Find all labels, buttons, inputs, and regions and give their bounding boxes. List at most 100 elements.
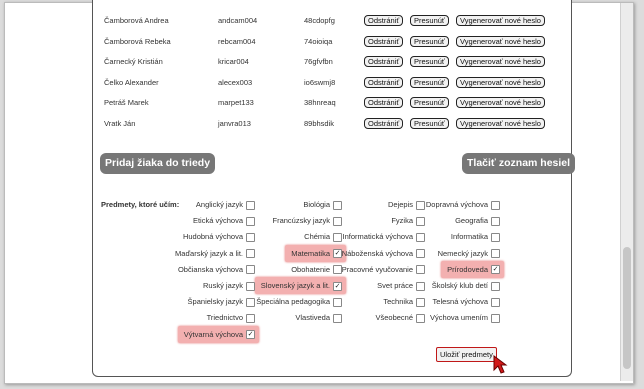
subject-label: Španielsky jazyk	[187, 297, 243, 307]
regenerate-password-button[interactable]: Vygenerovať nové heslo	[456, 15, 545, 26]
subject-label: Maďarský jazyk a lit.	[175, 248, 243, 258]
move-student-button[interactable]: Presunúť	[410, 76, 449, 88]
student-login: kricar004	[218, 57, 249, 66]
subject-label: Dopravná výchova	[425, 200, 488, 209]
subject-checkbox[interactable]	[333, 297, 342, 307]
move-student-button[interactable]: Presunúť	[410, 97, 449, 108]
subject-checkbox[interactable]	[333, 232, 342, 242]
regenerate-password-button[interactable]: Vygenerovať nové heslo	[456, 56, 545, 67]
student-name: Čarnecký Kristián	[104, 57, 163, 66]
subject-checkbox[interactable]	[416, 216, 425, 226]
move-student-button[interactable]: Presunúť	[410, 56, 449, 67]
subject-label: Informatická výchova	[342, 232, 413, 242]
subject-checkbox[interactable]	[246, 216, 255, 226]
subject-label: Anglický jazyk	[195, 200, 243, 209]
remove-student-button[interactable]: Odstrániť	[364, 15, 404, 26]
subject-checkbox[interactable]	[491, 249, 500, 259]
subject-checkbox[interactable]	[491, 297, 500, 307]
subject-label: Všeobecné	[375, 313, 413, 323]
subject-label: Špeciálna pedagogika	[256, 297, 330, 307]
subject-checkbox[interactable]	[246, 297, 255, 307]
regenerate-password-button[interactable]: Vygenerovať nové heslo	[456, 117, 545, 129]
subject-label: Vlastiveda	[295, 313, 330, 323]
subject-checkbox[interactable]	[333, 313, 342, 323]
subject-checkbox[interactable]	[333, 265, 342, 275]
subject-label: Triednictvo	[206, 313, 243, 323]
vertical-scrollbar[interactable]	[620, 3, 633, 381]
subject-label: Výchova umením	[430, 313, 488, 323]
subject-checkbox[interactable]	[333, 200, 342, 210]
subject-checkbox[interactable]: ✓	[333, 281, 342, 291]
subject-checkbox[interactable]	[416, 313, 425, 323]
subject-label: Nemecký jazyk	[437, 248, 488, 258]
subject-label: Etická výchova	[192, 216, 243, 226]
subject-checkbox[interactable]	[416, 249, 425, 259]
move-student-button[interactable]: Presunúť	[410, 117, 449, 129]
subject-label: Francúzsky jazyk	[272, 216, 330, 226]
student-password: 74oioiqa	[304, 36, 333, 46]
subject-checkbox[interactable]	[416, 232, 425, 242]
regenerate-password-button[interactable]: Vygenerovať nové heslo	[456, 35, 545, 47]
subject-label: Obohatenie	[291, 264, 330, 274]
subject-label: Biológia	[303, 200, 330, 209]
subject-checkbox[interactable]	[246, 313, 255, 323]
regenerate-password-button[interactable]: Vygenerovať nové heslo	[456, 76, 545, 88]
print-passwords-button[interactable]: Tlačiť zoznam hesiel	[462, 153, 576, 174]
student-login: andcam004	[218, 16, 258, 25]
subject-checkbox[interactable]: ✓	[246, 330, 255, 340]
subject-label: Telesná výchova	[432, 297, 488, 307]
subject-label: Pracovné vyučovanie	[341, 264, 413, 274]
subject-label: Technika	[383, 297, 413, 307]
student-name: Vratk Ján	[104, 118, 136, 128]
student-login: marpet133	[218, 98, 254, 107]
mouse-pointer-icon	[493, 355, 508, 374]
student-name: Petráš Marek	[104, 98, 149, 107]
student-name: Čamborová Rebeka	[104, 36, 171, 46]
subject-checkbox[interactable]	[491, 232, 500, 242]
subject-label: Ruský jazyk	[202, 281, 243, 290]
subject-checkbox[interactable]	[416, 265, 425, 275]
subject-checkbox[interactable]	[416, 297, 425, 307]
subject-checkbox[interactable]	[246, 249, 255, 259]
subject-checkbox[interactable]	[246, 200, 255, 210]
subject-label: Občianska výchova	[177, 264, 243, 274]
subject-checkbox[interactable]	[416, 200, 425, 210]
subject-label: Náboženská výchova	[341, 248, 413, 258]
save-subjects-button[interactable]: Uložiť predmety	[436, 347, 497, 362]
move-student-button[interactable]: Presunúť	[410, 35, 449, 47]
remove-student-button[interactable]: Odstrániť	[364, 35, 404, 47]
add-student-button[interactable]: Pridaj žiaka do triedy	[100, 153, 216, 174]
subject-label: Slovenský jazyk a lit.	[260, 281, 330, 290]
subject-label: Informatika	[450, 232, 488, 242]
subject-checkbox[interactable]	[491, 313, 500, 323]
remove-student-button[interactable]: Odstrániť	[364, 97, 404, 108]
subject-checkbox[interactable]	[416, 281, 425, 291]
subject-checkbox[interactable]	[491, 200, 500, 210]
remove-student-button[interactable]: Odstrániť	[364, 56, 404, 67]
subject-checkbox[interactable]	[491, 281, 500, 291]
remove-student-button[interactable]: Odstrániť	[364, 76, 404, 88]
subject-label: Chémia	[304, 232, 330, 242]
subject-label: Matematika	[291, 248, 330, 258]
remove-student-button[interactable]: Odstrániť	[364, 117, 404, 129]
subject-label: Školský klub detí	[431, 281, 488, 290]
subject-checkbox[interactable]	[246, 265, 255, 275]
subject-label: Hudobná výchova	[182, 232, 243, 242]
student-name: Čamborová Andrea	[104, 16, 169, 25]
subject-checkbox[interactable]	[246, 281, 255, 291]
subject-checkbox[interactable]: ✓	[491, 265, 500, 275]
student-password: 89bhsdik	[304, 118, 335, 128]
subject-checkbox[interactable]	[491, 216, 500, 226]
regenerate-password-button[interactable]: Vygenerovať nové heslo	[456, 97, 545, 108]
subject-checkbox[interactable]	[333, 216, 342, 226]
student-login: janvra013	[218, 118, 251, 128]
student-name: Čelko Alexander	[104, 77, 159, 87]
move-student-button[interactable]: Presunúť	[410, 15, 449, 26]
student-login: rebcam004	[218, 36, 256, 46]
student-password: io6swmj8	[304, 77, 336, 87]
scrollbar-thumb[interactable]	[623, 247, 631, 369]
subject-label: Fyzika	[391, 216, 413, 226]
subject-checkbox[interactable]: ✓	[333, 249, 342, 259]
subject-label: Svet práce	[377, 281, 413, 290]
subject-checkbox[interactable]	[246, 232, 255, 242]
